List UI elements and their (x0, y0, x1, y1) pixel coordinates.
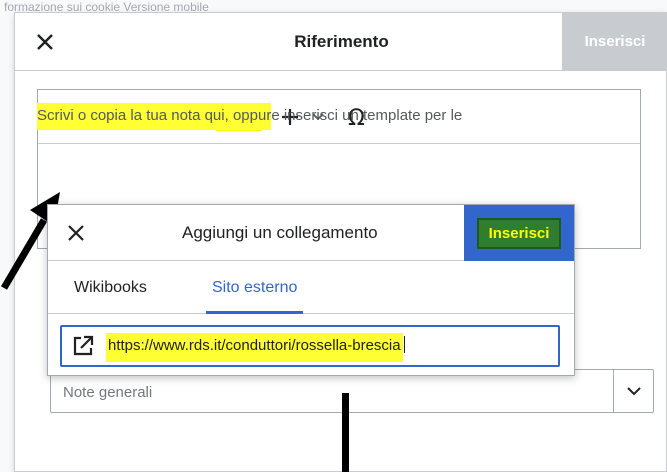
popup-insert-button[interactable]: Inserisci (464, 205, 574, 261)
url-value: https://www.rds.it/conduttori/rossella-b… (106, 333, 405, 362)
text-caret (403, 336, 405, 353)
link-tabs: Wikibooks Sito esterno (48, 262, 574, 314)
tab-sito-esterno[interactable]: Sito esterno (206, 262, 304, 314)
tab-wikibooks[interactable]: Wikibooks (68, 262, 153, 314)
close-icon[interactable] (56, 213, 96, 253)
external-link-icon (73, 335, 94, 356)
placeholder-text-rest: e inserisci un template per le (271, 107, 463, 124)
highlighted-placeholder-text: Scrivi o copia la tua nota qui, oppur (37, 103, 272, 130)
select-value: Note generali (63, 384, 153, 401)
popup-title: Aggiungi un collegamento (182, 223, 378, 242)
dialog-insert-button[interactable]: Inserisci (562, 13, 667, 71)
chevron-down-icon[interactable] (613, 370, 653, 412)
add-link-popup: Aggiungi un collegamento Inserisci Wikib… (47, 204, 575, 376)
editor-placeholder: Scrivi o copia la tua nota qui, oppure i… (37, 103, 463, 130)
popup-header: Aggiungi un collegamento Inserisci (48, 205, 574, 261)
url-highlighted: https://www.rds.it/conduttori/rossella-b… (106, 333, 403, 362)
popup-insert-label: Inserisci (476, 217, 562, 249)
url-input[interactable]: https://www.rds.it/conduttori/rossella-b… (60, 325, 560, 367)
dialog-header: Riferimento Inserisci (15, 13, 667, 71)
annotation-line (342, 393, 349, 472)
